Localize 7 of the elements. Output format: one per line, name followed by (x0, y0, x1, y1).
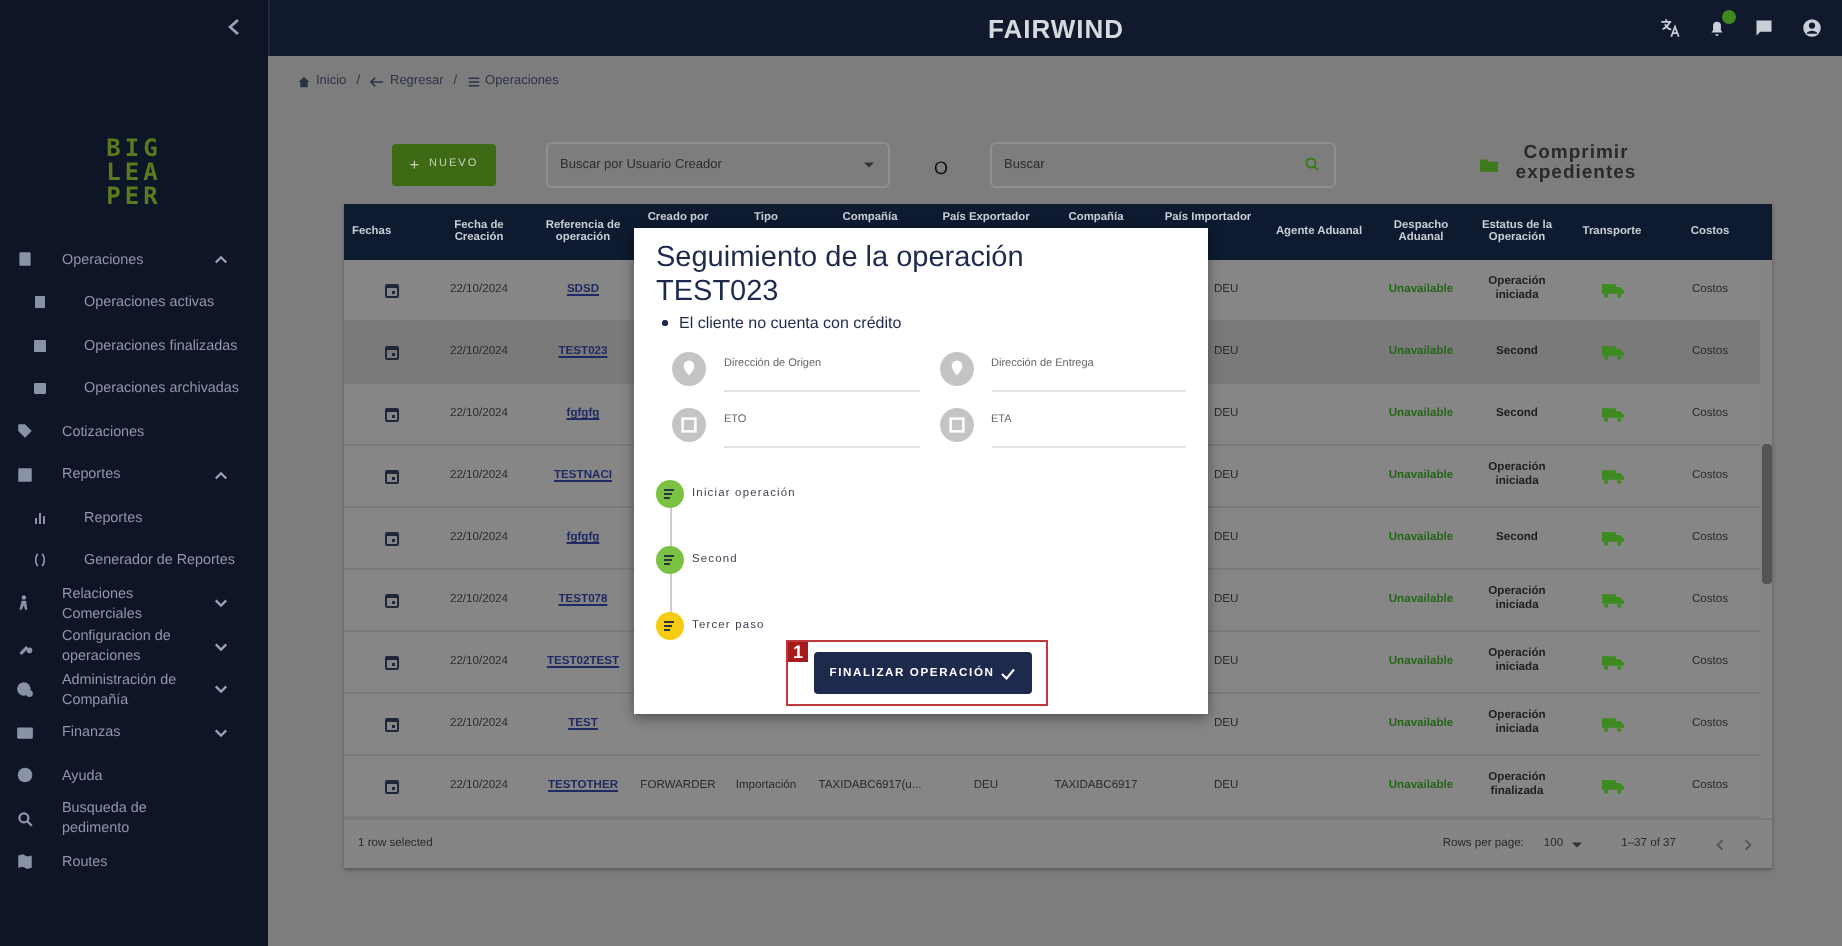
dialog-title: Seguimiento de la operación (656, 242, 1026, 276)
app-title: FAIRWIND (987, 13, 1125, 43)
dialog-subtitle: TEST023 (656, 276, 781, 310)
logo: BIG LEA PER (106, 136, 162, 208)
annotation-number: 1 (788, 642, 808, 662)
credit-note: El cliente no cuenta con crédito (679, 312, 902, 334)
or-label: O (934, 156, 949, 178)
